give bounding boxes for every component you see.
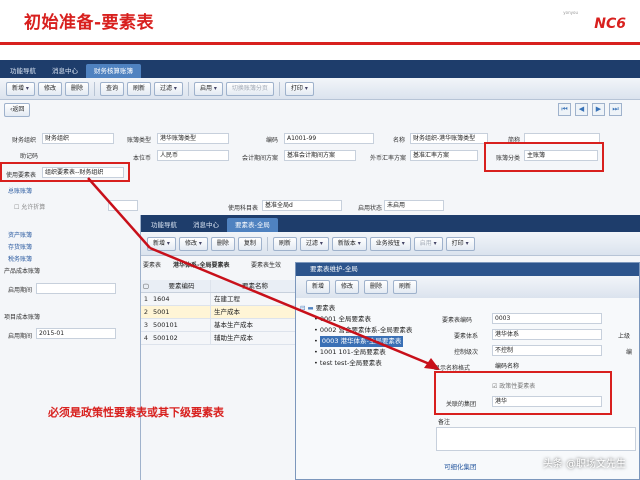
slide-annotation: 必须是政策性要素表或其下级要素表 (48, 406, 224, 419)
watermark: 头条 @职场文先生 (542, 459, 626, 470)
arrow-line-1 (87, 177, 151, 249)
arrow-line-2 (149, 246, 433, 367)
